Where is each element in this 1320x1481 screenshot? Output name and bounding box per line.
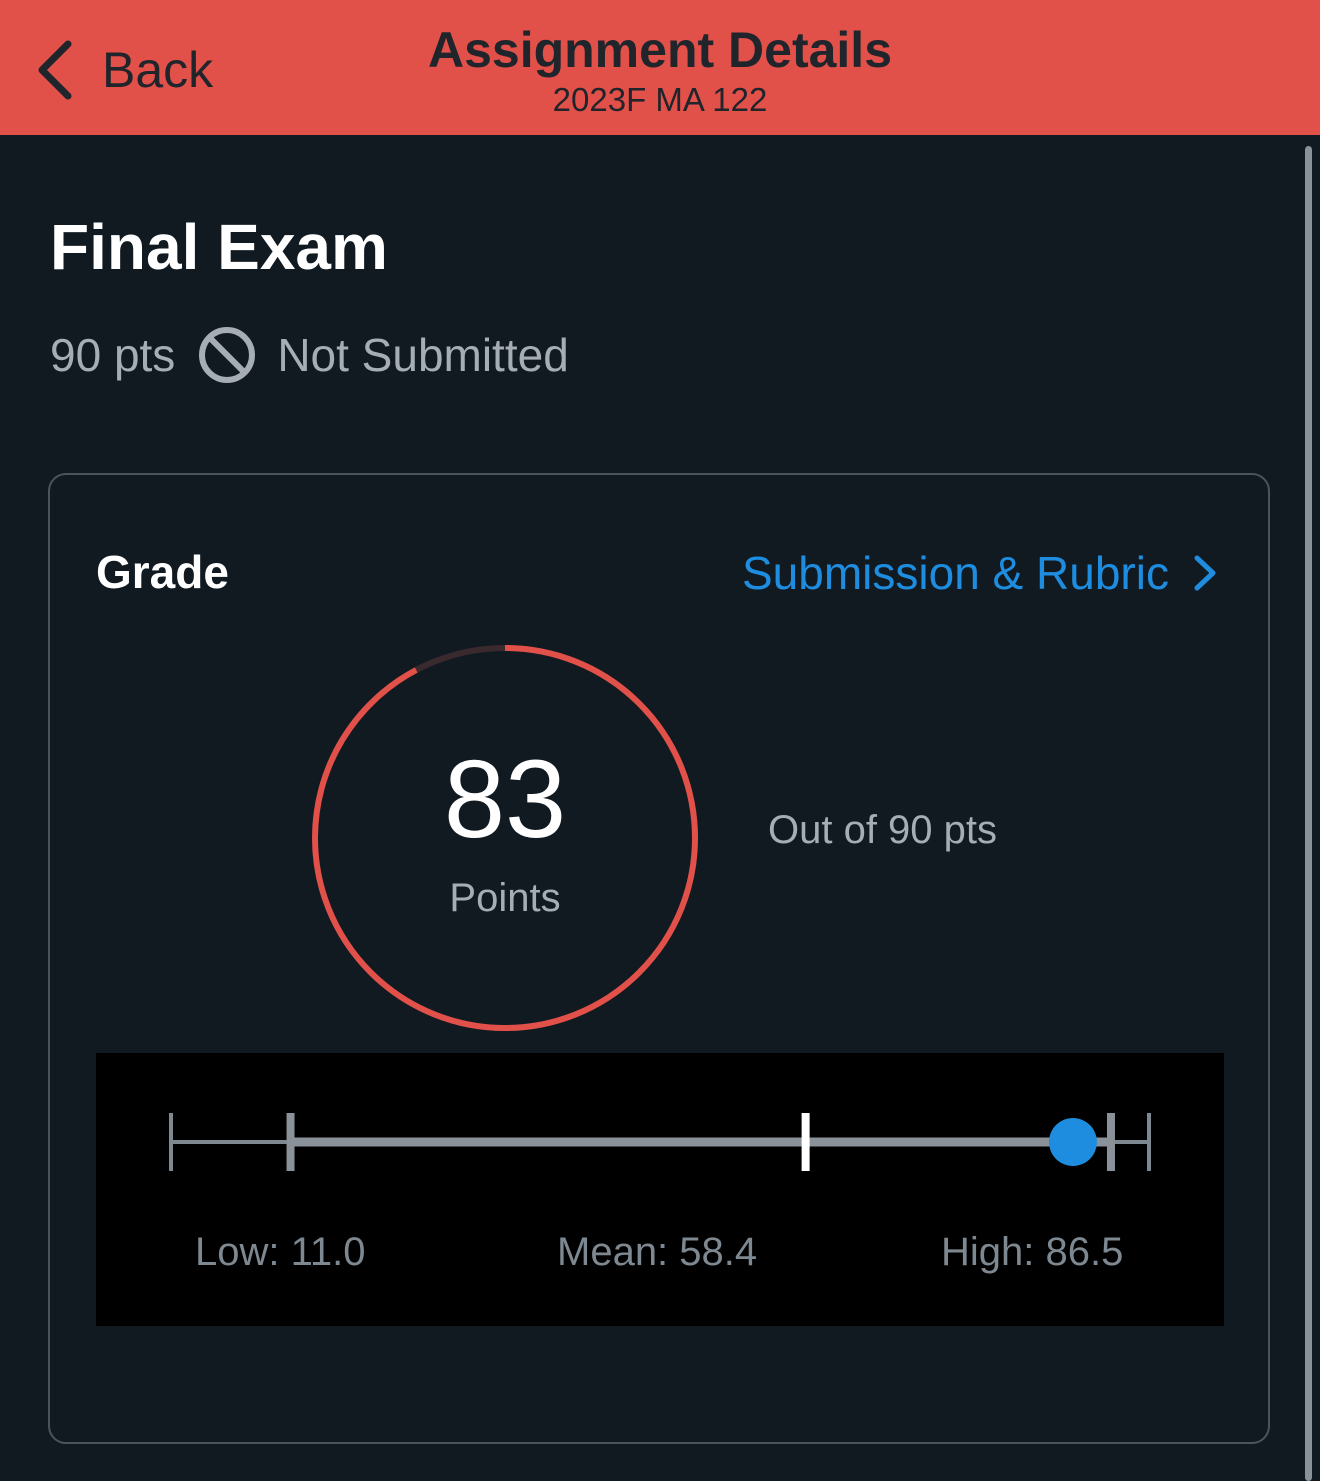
- nav-titles: Assignment Details 2023F MA 122: [0, 20, 1320, 120]
- high-stat: High: 86.5: [941, 1230, 1124, 1274]
- mean-stat: Mean: 58.4: [557, 1230, 758, 1274]
- points-possible: 90 pts: [50, 329, 176, 381]
- submission-status: Not Submitted: [277, 329, 569, 381]
- course-code: 2023F MA 122: [552, 81, 768, 118]
- score-marker: [1048, 1118, 1097, 1166]
- chevron-right-icon: [1194, 555, 1216, 591]
- grade-label: Grade: [96, 546, 229, 598]
- out-of-points: Out of 90 pts: [768, 808, 998, 852]
- assignment-title: Final Exam: [50, 211, 388, 283]
- score-unit: Points: [449, 876, 561, 920]
- page-title: Assignment Details: [427, 22, 892, 78]
- submission-rubric-link[interactable]: Submission & Rubric: [742, 543, 1219, 603]
- submission-rubric-label: Submission & Rubric: [742, 547, 1169, 599]
- low-stat: Low: 11.0: [195, 1230, 366, 1274]
- ban-icon: [199, 327, 256, 383]
- scrollbar[interactable]: [1305, 146, 1312, 1481]
- score-value: 83: [443, 738, 567, 861]
- assignment-meta: 90 pts Not Submitted: [50, 322, 569, 388]
- navigation-bar: Back Assignment Details 2023F MA 122: [0, 0, 1320, 135]
- score-distribution: [96, 1053, 1224, 1326]
- distribution-chart: [169, 1113, 1151, 1171]
